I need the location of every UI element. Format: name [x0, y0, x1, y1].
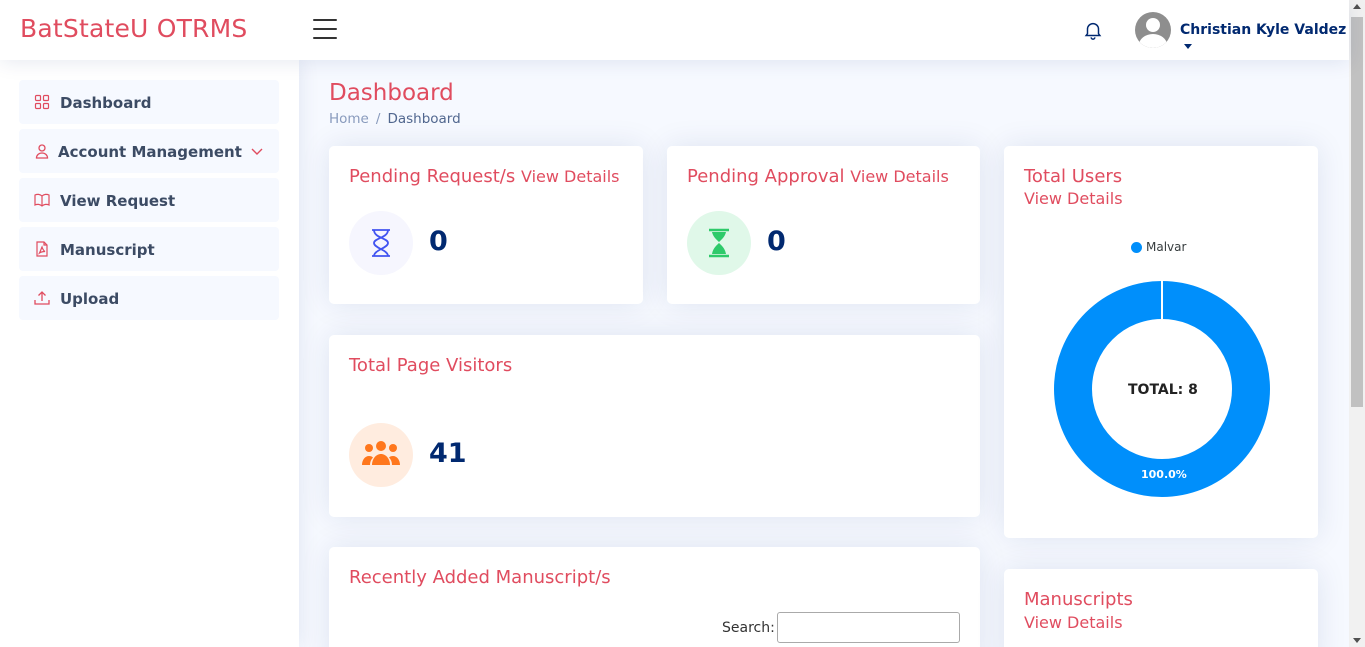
icon-circle — [349, 211, 413, 275]
sidebar-item-manuscript[interactable]: Manuscript — [19, 227, 279, 271]
grid-icon — [34, 94, 50, 110]
page-scrollbar[interactable] — [1349, 0, 1365, 647]
file-pdf-icon — [36, 241, 48, 257]
legend-label[interactable]: Malvar — [1146, 240, 1186, 254]
sidebar-item-upload[interactable]: Upload — [19, 276, 279, 320]
pending-requests-card: Pending Request/s View Details 0 — [329, 146, 643, 304]
search-input[interactable] — [777, 612, 960, 643]
sidebar-item-label: Dashboard — [60, 94, 152, 112]
avatar[interactable] — [1135, 12, 1171, 48]
chevron-down-icon[interactable] — [251, 145, 263, 157]
hourglass-split-icon — [709, 228, 729, 258]
user-menu[interactable]: Christian Kyle Valdez — [1180, 22, 1349, 54]
hourglass-icon — [372, 229, 390, 257]
card-title: Total Users — [1024, 166, 1123, 187]
card-title: Pending Approval View Details — [687, 166, 949, 187]
view-details-link[interactable]: View Details — [1024, 189, 1123, 208]
pending-approval-card: Pending Approval View Details 0 — [667, 146, 980, 304]
view-details-link[interactable]: View Details — [521, 167, 620, 186]
total-visitors-card: Total Page Visitors 41 — [329, 335, 980, 517]
sidebar-item-label: Manuscript — [60, 241, 155, 259]
scroll-down-icon[interactable] — [1353, 638, 1361, 643]
recent-manuscripts-card: Recently Added Manuscript/s Search: — [329, 547, 980, 647]
page-title: Dashboard — [329, 80, 454, 106]
scrollbar-thumb[interactable] — [1351, 17, 1363, 407]
card-title: Recently Added Manuscript/s — [349, 567, 611, 588]
donut-center-label: TOTAL: 8 — [1128, 382, 1198, 398]
sidebar-item-label: Upload — [60, 290, 120, 308]
sidebar-item-label: View Request — [60, 192, 176, 210]
person-icon — [35, 144, 49, 159]
search-label: Search: — [722, 620, 775, 636]
sidebar-item-dashboard[interactable]: Dashboard — [19, 80, 279, 124]
brand-logo[interactable]: BatStateU OTRMS — [20, 14, 247, 43]
card-title: Manuscripts — [1024, 589, 1133, 610]
top-header: BatStateU OTRMS Christian Kyle Valdez — [0, 0, 1349, 60]
caret-down-icon — [1184, 43, 1192, 49]
manuscripts-card: Manuscripts View Details — [1004, 569, 1318, 647]
card-title: Total Page Visitors — [349, 355, 513, 376]
icon-circle — [687, 211, 751, 275]
book-icon — [34, 193, 50, 207]
username-label: Christian Kyle Valdez — [1180, 22, 1347, 38]
upload-icon — [34, 291, 50, 305]
view-details-link[interactable]: View Details — [850, 167, 949, 186]
icon-circle — [349, 423, 413, 487]
scroll-up-icon[interactable] — [1353, 4, 1361, 9]
breadcrumb-home-link[interactable]: Home — [329, 111, 369, 127]
breadcrumb-current: Dashboard — [387, 111, 461, 127]
menu-toggle-icon[interactable] — [313, 19, 337, 41]
people-icon — [362, 441, 400, 465]
view-details-link[interactable]: View Details — [1024, 613, 1123, 632]
pending-approval-count: 0 — [767, 226, 786, 257]
sidebar-item-label: Account Management — [58, 143, 242, 161]
sidebar-item-account-management[interactable]: Account Management — [19, 129, 279, 173]
pending-requests-count: 0 — [429, 226, 448, 257]
card-title: Pending Request/s View Details — [349, 166, 620, 187]
sidebar: Dashboard Account Management View Reques… — [0, 60, 299, 647]
bell-icon[interactable] — [1082, 19, 1104, 41]
breadcrumb: Home / Dashboard — [329, 111, 461, 127]
total-users-card: Total Users View Details Malvar TOTAL: 8… — [1004, 146, 1318, 538]
donut-slice-label: 100.0% — [1141, 468, 1187, 481]
sidebar-item-view-request[interactable]: View Request — [19, 178, 279, 222]
total-visitors-count: 41 — [429, 438, 467, 469]
legend-marker — [1131, 242, 1142, 253]
